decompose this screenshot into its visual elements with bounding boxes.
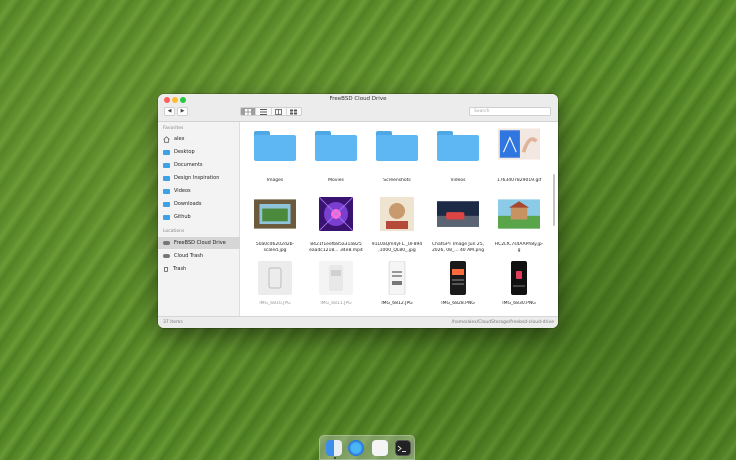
file-label: Screenshots	[383, 178, 411, 183]
gallery-view-button[interactable]	[286, 108, 301, 115]
file-label: g	[517, 248, 521, 253]
file-label: Movies	[328, 178, 344, 183]
forward-button[interactable]: ▶	[177, 107, 188, 116]
folder-icon	[163, 214, 170, 220]
sidebar-item-downloads[interactable]: Downloads	[158, 198, 240, 210]
column-view-button[interactable]	[271, 108, 287, 115]
window-title: FreeBSD Cloud Drive	[329, 96, 387, 102]
back-button[interactable]: ◀	[164, 107, 175, 116]
home-icon	[163, 135, 170, 143]
finder-icon[interactable]	[326, 440, 342, 456]
sidebar-item-design-inspiration[interactable]: Design Inspiration	[158, 172, 240, 184]
file-label: Images	[266, 178, 284, 183]
image-thumbnail	[498, 260, 540, 296]
finder-window: FreeBSD Cloud Drive ◀ ▶ Search Favorites…	[158, 94, 558, 328]
image-thumbnail	[254, 196, 296, 232]
image-thumbnail	[315, 260, 357, 296]
sidebar-item-label: Documents	[174, 162, 203, 168]
file-label: 2026, 08_... 40 AM.png	[431, 248, 485, 253]
file-label: ,1000_QL80_.jpg	[378, 248, 416, 253]
file-label: IMG_6812.JPG	[381, 301, 413, 306]
sidebar-item-label: alex	[174, 136, 185, 142]
folder-icon	[163, 201, 170, 207]
sidebar-item-label: Videos	[174, 188, 191, 194]
sidebar-item-label: Downloads	[174, 201, 202, 207]
favorites-header: Favorites	[163, 126, 184, 131]
folder-icon	[315, 128, 357, 164]
image-thumbnail	[376, 260, 418, 296]
folder-icon	[376, 128, 418, 164]
folder-icon	[163, 149, 170, 155]
file-label: eaadc1218... 34e8.mp4	[309, 248, 363, 253]
image-thumbnail	[498, 126, 540, 162]
image-thumbnail	[437, 260, 479, 296]
sidebar-item-label: Github	[174, 214, 191, 220]
running-indicator	[334, 457, 336, 459]
gallery-icon	[290, 109, 298, 114]
safari-icon[interactable]	[348, 440, 364, 456]
current-path: /home/alex/CloudStorage/freebsd-cloud-dr…	[451, 320, 554, 325]
sidebar-item-freebsd-cloud-drive[interactable]: FreeBSD Cloud Drive	[158, 237, 240, 249]
file-label: IMG_6828.PNG	[441, 301, 475, 306]
title-bar: FreeBSD Cloud Drive ◀ ▶ Search	[158, 94, 558, 122]
sidebar-item-label: Trash	[173, 266, 187, 272]
status-bar: 37 items /home/alex/CloudStorage/freebsd…	[158, 316, 558, 328]
image-thumbnail	[376, 196, 418, 232]
image-thumbnail	[498, 196, 540, 232]
sidebar-item-label: FreeBSD Cloud Drive	[174, 240, 226, 246]
sidebar-item-label: Desktop	[174, 149, 195, 155]
file-label: IMG_6811.JPG	[320, 301, 352, 306]
sidebar-item-label: Cloud Trash	[174, 253, 204, 259]
sidebar-item-label: Design Inspiration	[174, 175, 220, 181]
list-view-button[interactable]	[256, 108, 272, 115]
sidebar-item-documents[interactable]: Documents	[158, 159, 240, 171]
folder-icon	[254, 128, 296, 164]
file-label: IMG_6830.PNG	[502, 301, 536, 306]
sidebar-item-cloud-trash[interactable]: Cloud Trash	[158, 250, 240, 262]
trash-icon	[164, 266, 168, 272]
locations-header: Locations	[163, 229, 185, 234]
search-input[interactable]: Search	[469, 107, 551, 116]
cloud-icon	[163, 241, 170, 245]
file-label: 1763407829019.gif	[496, 178, 542, 183]
file-label: scaled.jpg	[263, 248, 287, 253]
folder-icon	[437, 128, 479, 164]
sidebar-item-alex[interactable]: alex	[158, 133, 240, 145]
folder-icon	[163, 188, 170, 194]
folder-icon	[163, 162, 170, 168]
image-thumbnail	[437, 196, 479, 232]
blank-app-icon[interactable]	[372, 440, 388, 456]
file-label: Videos	[450, 178, 466, 183]
columns-icon	[275, 108, 283, 115]
cloud-icon	[163, 254, 170, 258]
terminal-icon[interactable]	[395, 440, 411, 456]
image-thumbnail	[254, 260, 296, 296]
list-icon	[259, 108, 267, 115]
vertical-scrollbar[interactable]	[553, 174, 555, 226]
sidebar-item-github[interactable]: Github	[158, 211, 240, 223]
icon-view-button[interactable]	[241, 108, 257, 115]
video-thumbnail	[315, 196, 357, 232]
file-label: IMG_6810.JPG	[259, 301, 291, 306]
sidebar-item-videos[interactable]: Videos	[158, 185, 240, 197]
view-switcher	[240, 107, 302, 116]
dock	[319, 435, 415, 460]
grid-icon	[245, 108, 252, 115]
item-count: 37 items	[163, 320, 183, 325]
folder-icon	[163, 175, 170, 181]
sidebar-item-trash[interactable]: Trash	[158, 263, 240, 275]
sidebar-item-desktop[interactable]: Desktop	[158, 146, 240, 158]
file-grid: Images Movies Screenshots Videos 1763407…	[240, 122, 558, 316]
sidebar: Favorites alex Desktop Documents Design …	[158, 122, 240, 316]
